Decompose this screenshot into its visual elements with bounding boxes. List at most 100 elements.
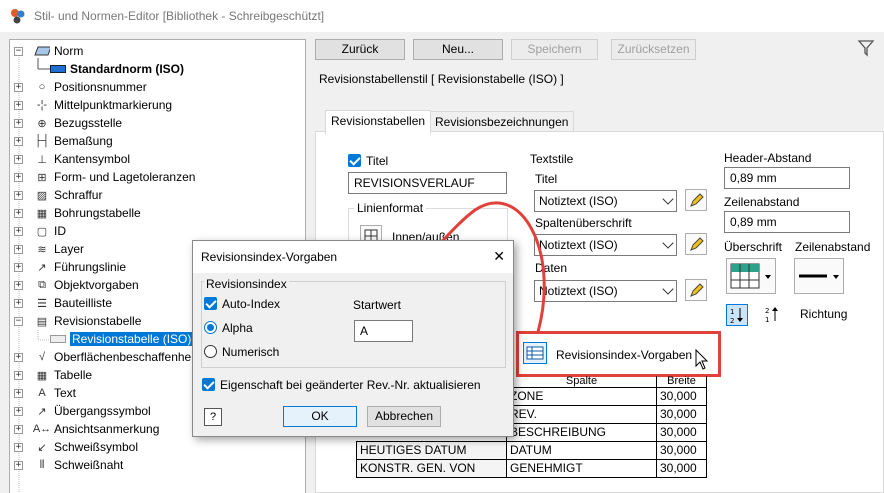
tree-item-item-0[interactable]: + ○ Positionsnummer (14, 78, 147, 96)
expand-icon[interactable]: + (14, 227, 23, 236)
expand-icon[interactable]: + (14, 389, 23, 398)
app-logo-icon (11, 9, 25, 24)
expand-icon[interactable]: + (14, 137, 23, 146)
tree-item-item-12[interactable]: + ☰ Bauteilliste (14, 294, 112, 312)
table-row[interactable]: HEUTIGES DATUM DATUM 30,000 (356, 440, 707, 460)
start-value-label: Startwert (353, 298, 402, 312)
tree-item-item-10[interactable]: + ↗ Führungslinie (14, 258, 126, 276)
table-row[interactable]: KONSTR. GEN. VON GENEHMIGT 30,000 (356, 458, 707, 478)
expand-icon[interactable]: + (14, 245, 23, 254)
column-width-cell: 30,000 (656, 458, 707, 478)
dialog-title: Revisionsindex-Vorgaben (193, 241, 513, 273)
tree-item-item-2[interactable]: + ⊕ Bezugsstelle (14, 114, 122, 132)
close-icon[interactable]: ✕ (493, 248, 505, 265)
tree-item-after-5[interactable]: + ↙ Schweißsymbol (14, 438, 138, 456)
edit-data-style-button[interactable] (685, 279, 707, 301)
tree-item-after-6[interactable]: + ⫴ Schweißnaht (14, 456, 123, 474)
tree-item-after-2[interactable]: + A Text (14, 384, 76, 402)
alpha-radio[interactable] (204, 321, 217, 334)
collapse-icon[interactable]: − (14, 317, 23, 326)
filter-icon[interactable] (857, 39, 875, 57)
expand-icon[interactable]: + (14, 425, 23, 434)
tree-item-item-3[interactable]: + ├┤ Bemaßung (14, 132, 113, 150)
svg-text:2: 2 (730, 317, 734, 325)
reset-button[interactable]: Zurücksetzen (611, 39, 696, 60)
text-icon: A (38, 387, 46, 399)
weld-bead-icon: ⫴ (39, 458, 45, 471)
auto-index-checkbox[interactable] (204, 297, 217, 310)
edge-symbol-icon: ⊥ (37, 153, 47, 166)
column-name-cell: GENEHMIGT (506, 458, 657, 478)
expand-icon[interactable]: + (14, 461, 23, 470)
start-value-field[interactable]: A (354, 320, 413, 342)
expand-icon[interactable]: + (14, 299, 23, 308)
help-icon[interactable]: ? (204, 408, 222, 426)
expand-icon[interactable]: + (14, 119, 23, 128)
id-icon: ▢ (36, 225, 48, 238)
tree-item-selected[interactable]: Revisionstabelle (ISO) (50, 330, 194, 348)
edit-title-style-button[interactable] (685, 189, 707, 211)
title-checkbox[interactable] (348, 154, 361, 167)
svg-text:2: 2 (765, 307, 769, 315)
window-title: Stil- und Normen-Editor [Bibliothek - Sc… (34, 9, 325, 23)
column-width-cell: 30,000 (656, 422, 707, 442)
back-button[interactable]: Zurück (315, 39, 405, 60)
expand-icon[interactable]: + (14, 191, 23, 200)
tree-item-item-1[interactable]: + -¦- Mittelpunktmarkierung (14, 96, 172, 114)
expand-icon[interactable]: + (14, 173, 23, 182)
alpha-label: Alpha (222, 321, 253, 335)
tree-item-norm[interactable]: − Norm (14, 42, 83, 60)
tab-revisionstabellen[interactable]: Revisionstabellen (325, 110, 432, 134)
row-spacing-field[interactable]: 0,89 mm (724, 211, 850, 233)
column-header-spalte: Spalte (506, 376, 657, 388)
object-defaults-icon: ⧉ (38, 278, 46, 291)
tree-item-item-5[interactable]: + ⊞ Form- und Lagetoleranzen (14, 168, 195, 186)
expand-icon[interactable]: + (14, 83, 23, 92)
expand-icon[interactable]: + (14, 353, 23, 362)
text-styles-label: Textstile (530, 152, 574, 166)
expand-icon[interactable]: + (14, 209, 23, 218)
tree-item-item-8[interactable]: + ▢ ID (14, 222, 66, 240)
pencil-icon (690, 237, 704, 251)
tree-item-after-3[interactable]: + ↗ Übergangssymbol (14, 402, 151, 420)
title-checkbox-label: Titel (366, 154, 389, 168)
direction-down-up-button[interactable]: 21 (762, 304, 784, 326)
tree-item-item-4[interactable]: + ⊥ Kantensymbol (14, 150, 130, 168)
column-name-cell: BESCHREIBUNG (506, 422, 657, 442)
ok-button[interactable]: OK (283, 406, 357, 427)
expand-icon[interactable]: + (14, 371, 23, 380)
tree-item-item-6[interactable]: + ▨ Schraffur (14, 186, 102, 204)
hatch-icon: ▨ (36, 189, 48, 202)
expand-icon[interactable]: + (14, 407, 23, 416)
tree-item-item-7[interactable]: + ▦ Bohrungstabelle (14, 204, 141, 222)
cancel-button[interactable]: Abbrechen (367, 406, 441, 427)
table-heading-icon (730, 263, 771, 289)
line-style-select[interactable] (794, 258, 844, 294)
direction-up-down-button[interactable]: 12 (726, 304, 748, 326)
expand-icon[interactable]: + (14, 155, 23, 164)
row-label-cell: HEUTIGES DATUM (356, 440, 507, 460)
header-spacing-field[interactable]: 0,89 mm (724, 167, 850, 189)
tree-item-after-1[interactable]: + ▦ Tabelle (14, 366, 92, 384)
tree-item-item-9[interactable]: + ≋ Layer (14, 240, 84, 258)
tree-item-standardnorm[interactable]: Standardnorm (ISO) (50, 60, 184, 78)
svg-text:1: 1 (765, 316, 769, 324)
collapse-icon[interactable]: − (14, 47, 23, 56)
tree-item-item-13[interactable]: − ▤ Revisionstabelle (14, 312, 141, 330)
expand-icon[interactable]: + (14, 101, 23, 110)
heading-position-select[interactable] (726, 258, 776, 294)
expand-icon[interactable]: + (14, 281, 23, 290)
update-checkbox[interactable] (202, 378, 215, 391)
expand-icon[interactable]: + (14, 443, 23, 452)
column-header-breite: Breite (656, 376, 707, 388)
numeric-radio[interactable] (204, 345, 217, 358)
tree-item-after-0[interactable]: + √ Oberflächenbeschaffenheit (14, 348, 197, 366)
line-style-icon (799, 274, 839, 279)
save-button[interactable]: Speichern (511, 39, 598, 60)
tree-item-after-4[interactable]: + A↔ Ansichtsanmerkung (14, 420, 159, 438)
edit-column-style-button[interactable] (685, 233, 707, 255)
expand-icon[interactable]: + (14, 263, 23, 272)
new-button[interactable]: Neu... (413, 39, 503, 60)
chevron-down-icon (662, 237, 674, 249)
tree-item-item-11[interactable]: + ⧉ Objektvorgaben (14, 276, 139, 294)
